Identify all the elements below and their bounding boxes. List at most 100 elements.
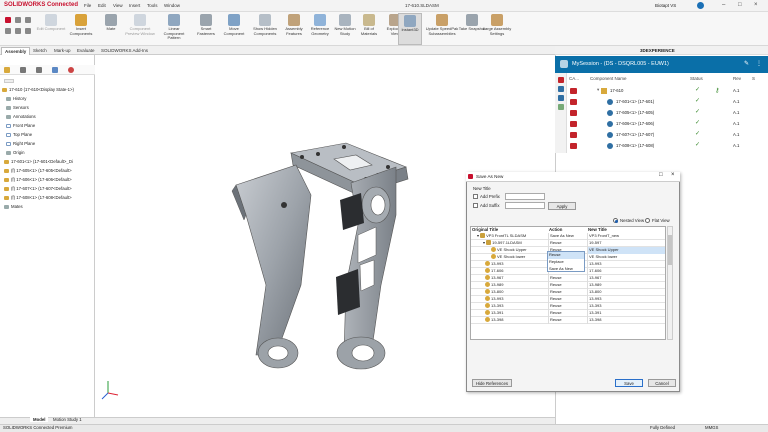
tree-front-plane[interactable]: Front Plane (6, 123, 35, 128)
dropdown-option-replace[interactable]: Replace (548, 259, 584, 266)
ribbon-assembly-features[interactable]: Assembly Features (280, 14, 308, 36)
grid-row[interactable]: 13-800 Reuse 13-800 (471, 289, 665, 296)
dialog-maximize-icon[interactable]: □ (659, 172, 663, 178)
new-icon[interactable] (15, 17, 21, 23)
close-icon[interactable]: × (754, 2, 758, 8)
action-select[interactable]: Reuse (548, 275, 586, 282)
col-original-title[interactable]: Original Title (472, 227, 498, 232)
grid-row[interactable]: ▾ 19-597.1LDASM Reuse 19-597 (471, 240, 665, 247)
session-icon[interactable] (558, 77, 564, 83)
options-icon[interactable]: ⋮ (756, 60, 762, 67)
grid-row[interactable]: ▾ VP3 FrontTL SLDASM Save As New VP3 Front… (471, 233, 665, 240)
tab-motion-study[interactable]: Motion Study 1 (50, 417, 85, 422)
new-title-input[interactable]: 13-391 (587, 310, 665, 317)
session-title[interactable]: MySession - (DS - DSQRL005 - EUW1) (572, 61, 669, 67)
feature-tree-icon[interactable] (4, 67, 10, 73)
action-select[interactable]: Reuse (548, 310, 586, 317)
bookmark-icon[interactable] (558, 86, 564, 92)
flat-view-radio[interactable] (645, 218, 650, 223)
new-title-input[interactable]: 19-597 (587, 240, 665, 247)
add-suffix-checkbox[interactable] (473, 203, 478, 208)
col-action[interactable]: Action (549, 227, 562, 232)
settings-icon[interactable]: ✎ (744, 60, 749, 67)
menu-edit[interactable]: Edit (98, 3, 106, 8)
tree-component-605[interactable]: (f) 17-605<1> (17-605<Default> (4, 168, 72, 173)
grid-row[interactable]: 13-993Reuse13-993 (471, 296, 665, 303)
ribbon-component-preview[interactable]: Component Preview Window (124, 14, 156, 36)
tab-evaluate[interactable]: Evaluate (74, 47, 98, 55)
tab-addins[interactable]: SOLIDWORKS Add-Ins (98, 47, 151, 55)
col-new-title[interactable]: New Title (588, 227, 607, 232)
grid-row[interactable]: 13-989 Reuse 13-989 (471, 282, 665, 289)
cancel-button[interactable]: Cancel (648, 379, 676, 387)
add-prefix-checkbox[interactable] (473, 194, 478, 199)
filter-icon[interactable] (4, 79, 14, 83)
ribbon-smart-fasteners[interactable]: Smart Fasteners (192, 14, 220, 36)
tree-mates[interactable]: Mates (4, 204, 23, 209)
col-rev[interactable]: Rev (733, 76, 741, 81)
menu-file[interactable]: File (84, 3, 91, 8)
ribbon-reference-geometry[interactable]: Reference Geometry (306, 14, 334, 36)
status-units[interactable]: MMGS (705, 425, 718, 430)
menu-view[interactable]: View (113, 3, 123, 8)
dx-row[interactable]: ▾ 17-610 ✓ ⚷ A.1 (567, 86, 768, 96)
ribbon-new-motion-study[interactable]: New Motion Study (332, 14, 358, 36)
open-icon[interactable] (25, 17, 31, 23)
new-title-input[interactable]: 13-993 (587, 261, 665, 268)
col-status[interactable]: Status (690, 76, 703, 81)
tree-component-607[interactable]: (f) 17-607<1> (17-607<Default> (4, 186, 72, 191)
tree-top-plane[interactable]: Top Plane (6, 132, 32, 137)
new-title-input[interactable]: 13-967 (587, 275, 665, 282)
display-manager-icon[interactable] (68, 67, 74, 73)
tree-sensors[interactable]: Sensors (6, 105, 29, 110)
grid-row[interactable]: 13-391 Reuse 13-391 (471, 310, 665, 317)
dropdown-option-reuse[interactable]: Reuse (548, 252, 584, 259)
action-select[interactable]: Reuse (548, 289, 586, 296)
hide-references-button[interactable]: Hide References (472, 379, 512, 387)
search-icon[interactable] (558, 95, 564, 101)
suffix-input[interactable] (505, 202, 545, 209)
new-title-input[interactable]: 13-393 (587, 303, 665, 310)
ribbon-bill-of-materials[interactable]: Bill of Materials (356, 14, 382, 36)
dx-row[interactable]: 17-605<1> (17-605) ✓ A.1 (567, 108, 768, 118)
tree-annotations[interactable]: Annotations (6, 114, 36, 119)
prefix-input[interactable] (505, 193, 545, 200)
menu-window[interactable]: Window (164, 3, 180, 8)
ribbon-mate[interactable]: Mate (96, 14, 126, 32)
scroll-thumb[interactable] (668, 235, 672, 265)
dimxpert-icon[interactable] (52, 67, 58, 73)
ribbon-move-component[interactable]: Move Component (220, 14, 248, 36)
menu-insert[interactable]: Insert (129, 3, 140, 8)
ribbon-edit-component[interactable]: Edit Component (36, 14, 66, 32)
action-select[interactable]: Reuse (548, 282, 586, 289)
action-select[interactable]: Reuse (548, 296, 586, 303)
new-title-input[interactable]: 13-993 (587, 296, 665, 303)
grid-row[interactable]: 13-393 Reuse 13-393 (471, 303, 665, 310)
home-icon[interactable] (5, 17, 11, 23)
ribbon-show-hidden[interactable]: Show Hidden Components (250, 14, 280, 36)
dx-row[interactable]: 17-606<1> (17-606) ✓ A.1 (567, 119, 768, 129)
new-title-input[interactable]: 13-800 (587, 289, 665, 296)
menu-tools[interactable]: Tools (147, 3, 158, 8)
new-title-input[interactable]: 13-989 (587, 282, 665, 289)
undo-icon[interactable] (25, 28, 31, 34)
new-title-input[interactable]: 13-398 (587, 317, 665, 324)
tab-markup[interactable]: Mark-up (51, 47, 74, 55)
lifecycle-icon[interactable] (558, 104, 564, 110)
dx-row[interactable]: 17-608<1> (17-608) ✓ A.1 (567, 141, 768, 151)
property-manager-icon[interactable] (20, 67, 26, 73)
nested-view-radio[interactable] (613, 218, 618, 223)
tab-assembly[interactable]: Assembly (1, 47, 31, 55)
dialog-close-icon[interactable]: × (671, 172, 675, 178)
col-ca[interactable]: CA... (569, 76, 579, 81)
tree-component-608[interactable]: (f) 17-608<1> (17-608<Default> (4, 195, 72, 200)
apply-button[interactable]: Apply (548, 202, 576, 210)
ribbon-linear-pattern[interactable]: Linear Component Pattern (158, 14, 190, 41)
new-title-input[interactable]: VE Shock lower (587, 254, 665, 261)
menu-icon[interactable] (560, 60, 568, 68)
print-icon[interactable] (15, 28, 21, 34)
dx-row[interactable]: 17-601<1> (17-601) ✓ A.1 (567, 97, 768, 107)
action-select[interactable]: Reuse (548, 317, 586, 324)
tree-origin[interactable]: Origin (6, 150, 24, 155)
minimize-icon[interactable]: – (722, 2, 725, 8)
